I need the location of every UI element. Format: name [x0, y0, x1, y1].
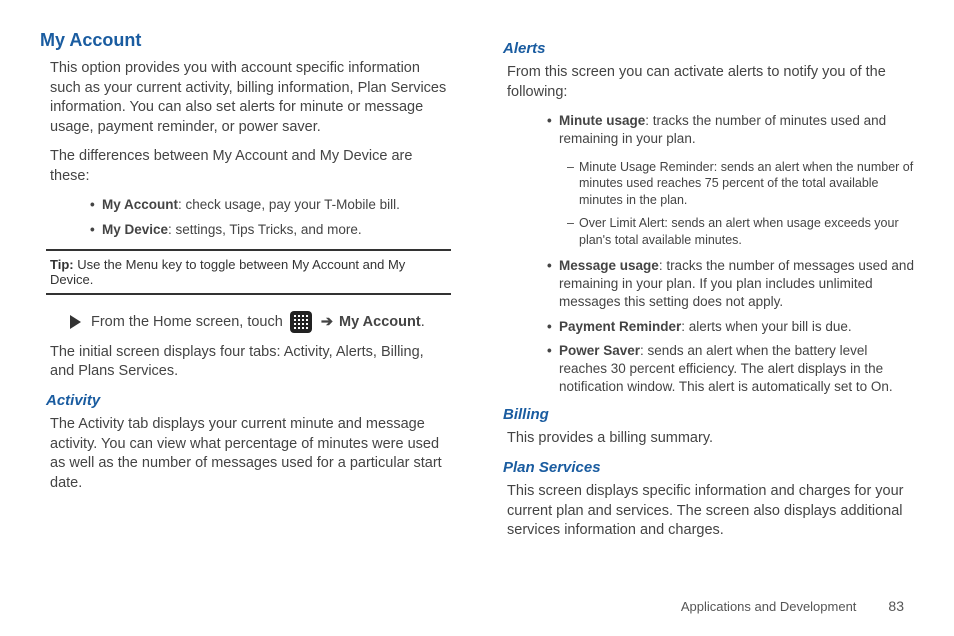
left-column: My Account This option provides you with…: [40, 30, 457, 551]
footer-page-number: 83: [888, 598, 904, 614]
diff-list: My Account: check usage, pay your T-Mobi…: [90, 196, 457, 238]
subheading-plan-services: Plan Services: [503, 459, 914, 476]
step-target: My Account: [339, 314, 421, 330]
sub-minute-reminder: Minute Usage Reminder: sends an alert wh…: [567, 159, 914, 210]
step-pre-text: From the Home screen, touch: [91, 314, 287, 330]
alert-message: Message usage: tracks the number of mess…: [547, 257, 914, 312]
alerts-intro: From this screen you can activate alerts…: [507, 63, 908, 102]
page-footer: Applications and Development 83: [681, 598, 904, 614]
alert-minute: Minute usage: tracks the number of minut…: [547, 112, 914, 148]
apps-grid-icon: [290, 311, 312, 333]
footer-section: Applications and Development: [681, 599, 857, 614]
arrow-icon: ➔: [321, 314, 333, 330]
activity-text: The Activity tab displays your current m…: [50, 415, 451, 493]
sub-over-limit: Over Limit Alert: sends an alert when us…: [567, 215, 914, 249]
tip-label: Tip:: [50, 257, 74, 272]
alerts-list: Minute usage: tracks the number of minut…: [547, 112, 914, 148]
alert-payment: Payment Reminder: alerts when your bill …: [547, 318, 914, 336]
diff-intro: The differences between My Account and M…: [50, 147, 451, 186]
billing-text: This provides a billing summary.: [507, 429, 908, 449]
subheading-activity: Activity: [46, 392, 457, 409]
step-post: .: [421, 314, 425, 330]
alerts-minute-sublist: Minute Usage Reminder: sends an alert wh…: [567, 159, 914, 249]
page-body: My Account This option provides you with…: [0, 0, 954, 611]
step-line: From the Home screen, touch ➔ My Account…: [70, 311, 451, 333]
diff-item-account: My Account: check usage, pay your T-Mobi…: [90, 196, 457, 214]
alerts-list-cont: Message usage: tracks the number of mess…: [547, 257, 914, 397]
right-column: Alerts From this screen you can activate…: [497, 30, 914, 551]
intro-paragraph: This option provides you with account sp…: [50, 59, 451, 137]
tip-text: Use the Menu key to toggle between My Ac…: [50, 257, 405, 287]
plan-text: This screen displays specific informatio…: [507, 482, 908, 541]
section-title-my-account: My Account: [40, 30, 457, 51]
pointer-icon: [70, 315, 81, 329]
tabs-text: The initial screen displays four tabs: A…: [50, 343, 451, 382]
tip-box: Tip: Use the Menu key to toggle between …: [46, 249, 451, 295]
subheading-alerts: Alerts: [503, 40, 914, 57]
subheading-billing: Billing: [503, 406, 914, 423]
alert-power: Power Saver: sends an alert when the bat…: [547, 342, 914, 397]
diff-item-device: My Device: settings, Tips Tricks, and mo…: [90, 221, 457, 239]
step-content: From the Home screen, touch ➔ My Account…: [91, 311, 425, 333]
